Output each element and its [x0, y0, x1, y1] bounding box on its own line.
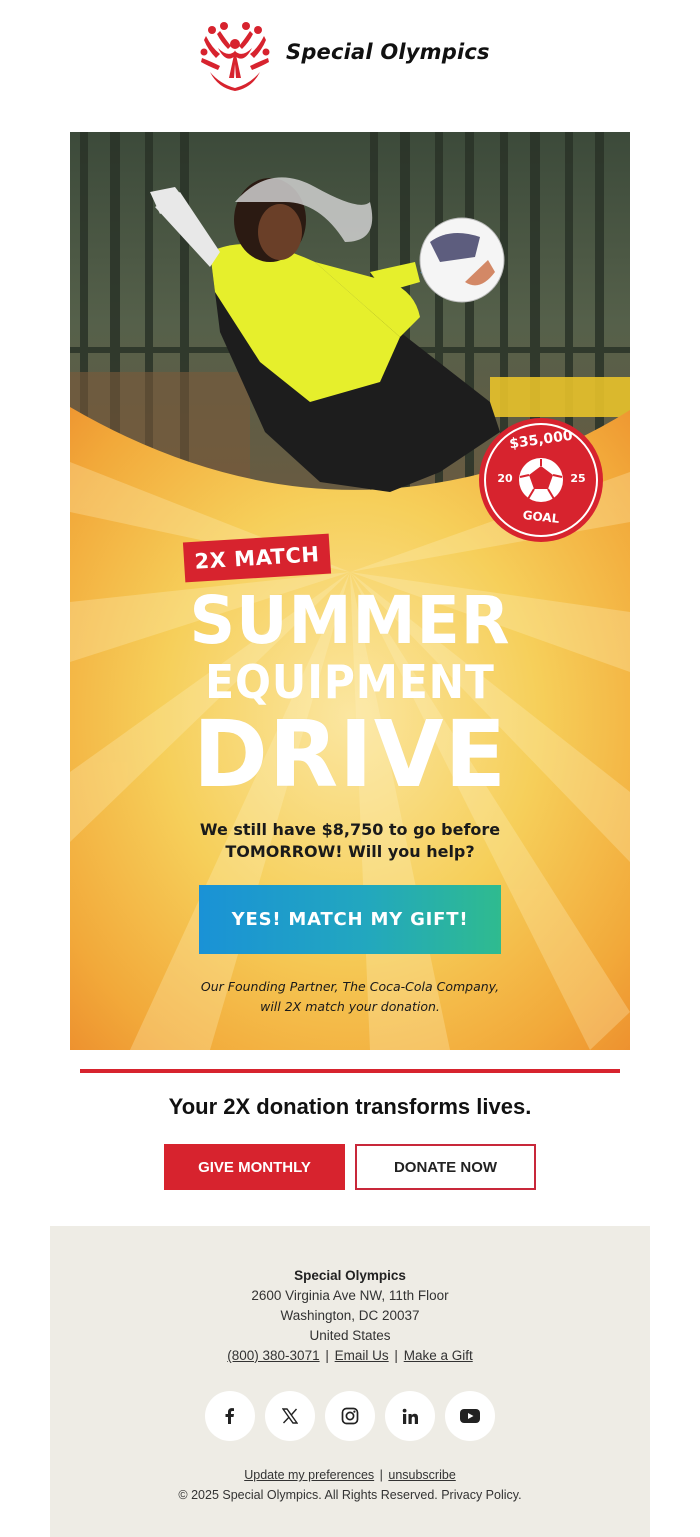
footer-address-line1: 2600 Virginia Ave NW, 11th Floor — [251, 1288, 449, 1303]
footer-org-name: Special Olympics — [294, 1268, 406, 1283]
youtube-icon[interactable] — [445, 1391, 495, 1441]
donate-now-button[interactable]: DONATE NOW — [355, 1144, 536, 1190]
instagram-icon[interactable] — [325, 1391, 375, 1441]
footer-contact-links: (800) 380-3071 | Email Us | Make a Gift — [50, 1348, 650, 1363]
partner-text-line2: will 2X match your donation. — [260, 999, 440, 1014]
link-separator: | — [325, 1348, 329, 1363]
email-header: Special Olympics — [0, 0, 700, 132]
link-separator: | — [394, 1348, 398, 1363]
goal-badge: $35,000 20 25 GOAL — [479, 418, 603, 542]
email-us-link[interactable]: Email Us — [335, 1348, 389, 1363]
partner-text-line1: Our Founding Partner, The Coca-Cola Comp… — [200, 979, 500, 994]
facebook-icon[interactable] — [205, 1391, 255, 1441]
footer: Special Olympics 2600 Virginia Ave NW, 1… — [50, 1226, 650, 1537]
update-preferences-link[interactable]: Update my preferences — [244, 1468, 374, 1482]
linkedin-icon[interactable] — [385, 1391, 435, 1441]
x-icon[interactable] — [265, 1391, 315, 1441]
headline-summer: SUMMER — [189, 582, 511, 659]
phone-link[interactable]: (800) 380-3071 — [227, 1348, 319, 1363]
copyright-text: © 2025 Special Olympics. All Rights Rese… — [178, 1488, 522, 1502]
footer-address-line2: Washington, DC 20037 — [280, 1308, 420, 1323]
footer-preferences: Update my preferences | unsubscribe — [50, 1468, 650, 1482]
link-separator: | — [379, 1468, 383, 1482]
goal-badge-label: GOAL — [522, 508, 560, 526]
goal-badge-amount: $35,000 — [508, 427, 574, 453]
special-olympics-logo-icon[interactable] — [198, 18, 272, 92]
goal-badge-year-left: 20 — [497, 472, 513, 485]
tagline: Your 2X donation transforms lives. — [168, 1094, 532, 1119]
headline-drive: DRIVE — [192, 701, 508, 808]
goal-badge-year-right: 25 — [570, 472, 586, 485]
make-a-gift-link[interactable]: Make a Gift — [404, 1348, 473, 1363]
logo-wordmark: Special Olympics — [286, 40, 490, 64]
red-divider — [80, 1069, 620, 1073]
deadline-text: TOMORROW! Will you help? — [225, 842, 475, 861]
remaining-amount-text: We still have $8,750 to go before — [199, 820, 501, 839]
footer-address-line3: United States — [309, 1328, 391, 1343]
unsubscribe-link[interactable]: unsubscribe — [388, 1468, 455, 1482]
give-monthly-button[interactable]: GIVE MONTHLY — [164, 1144, 345, 1190]
match-my-gift-button[interactable]: YES! MATCH MY GIFT! — [199, 885, 501, 954]
